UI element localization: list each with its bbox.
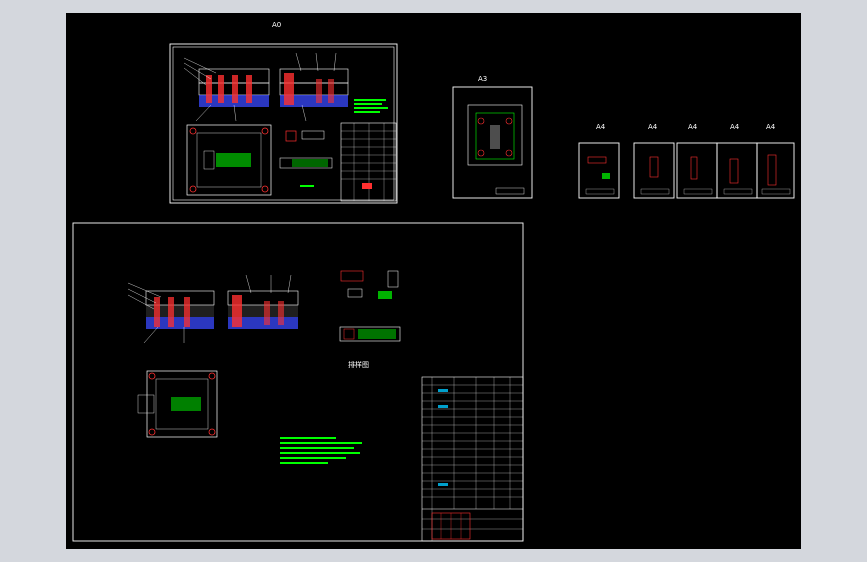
strip-layout [279, 130, 333, 187]
sheet-part-5[interactable]: A4 [756, 123, 795, 199]
bom-table-top [340, 122, 397, 202]
sheet-label-a3: A3 [478, 75, 487, 83]
main-bom-table [421, 376, 524, 542]
sheet-part-2[interactable]: A4 [633, 123, 675, 199]
main-plan-view [137, 370, 218, 438]
sheet-label-part-4: A4 [730, 123, 740, 131]
sheet-part-1[interactable]: A4 [578, 123, 620, 199]
drawing-canvas: A0 A3 A4 A4 A4 A4 A4 排样图 [72, 21, 795, 542]
main-strip-layout [339, 326, 401, 342]
main-technical-notes [280, 437, 362, 464]
section-view-left [183, 57, 270, 122]
cad-model-space[interactable]: A0 A3 A4 A4 A4 A4 A4 排样图 [66, 13, 801, 549]
sheet-label-part-5: A4 [766, 123, 776, 131]
sheet-part-3[interactable]: A4 [676, 123, 718, 199]
technical-notes [354, 99, 388, 113]
plan-view [186, 124, 272, 196]
sheet-cavity-plate[interactable]: A3 [452, 75, 533, 199]
main-section-left [127, 282, 215, 344]
sheet-assembly-main[interactable]: 排样图 [72, 222, 524, 542]
strip-layout-title: 排样图 [348, 360, 369, 369]
sheet-part-4[interactable]: A4 [716, 123, 758, 199]
main-section-right [227, 274, 299, 329]
sheet-label-part-2: A4 [648, 123, 658, 131]
sheet-assembly-top[interactable]: A0 [169, 21, 398, 204]
sheet-label-part-1: A4 [596, 123, 606, 131]
sheet-label-a0: A0 [272, 21, 281, 29]
sheet-label-part-3: A4 [688, 123, 698, 131]
section-view-right [279, 52, 349, 122]
main-part-details [340, 270, 399, 299]
